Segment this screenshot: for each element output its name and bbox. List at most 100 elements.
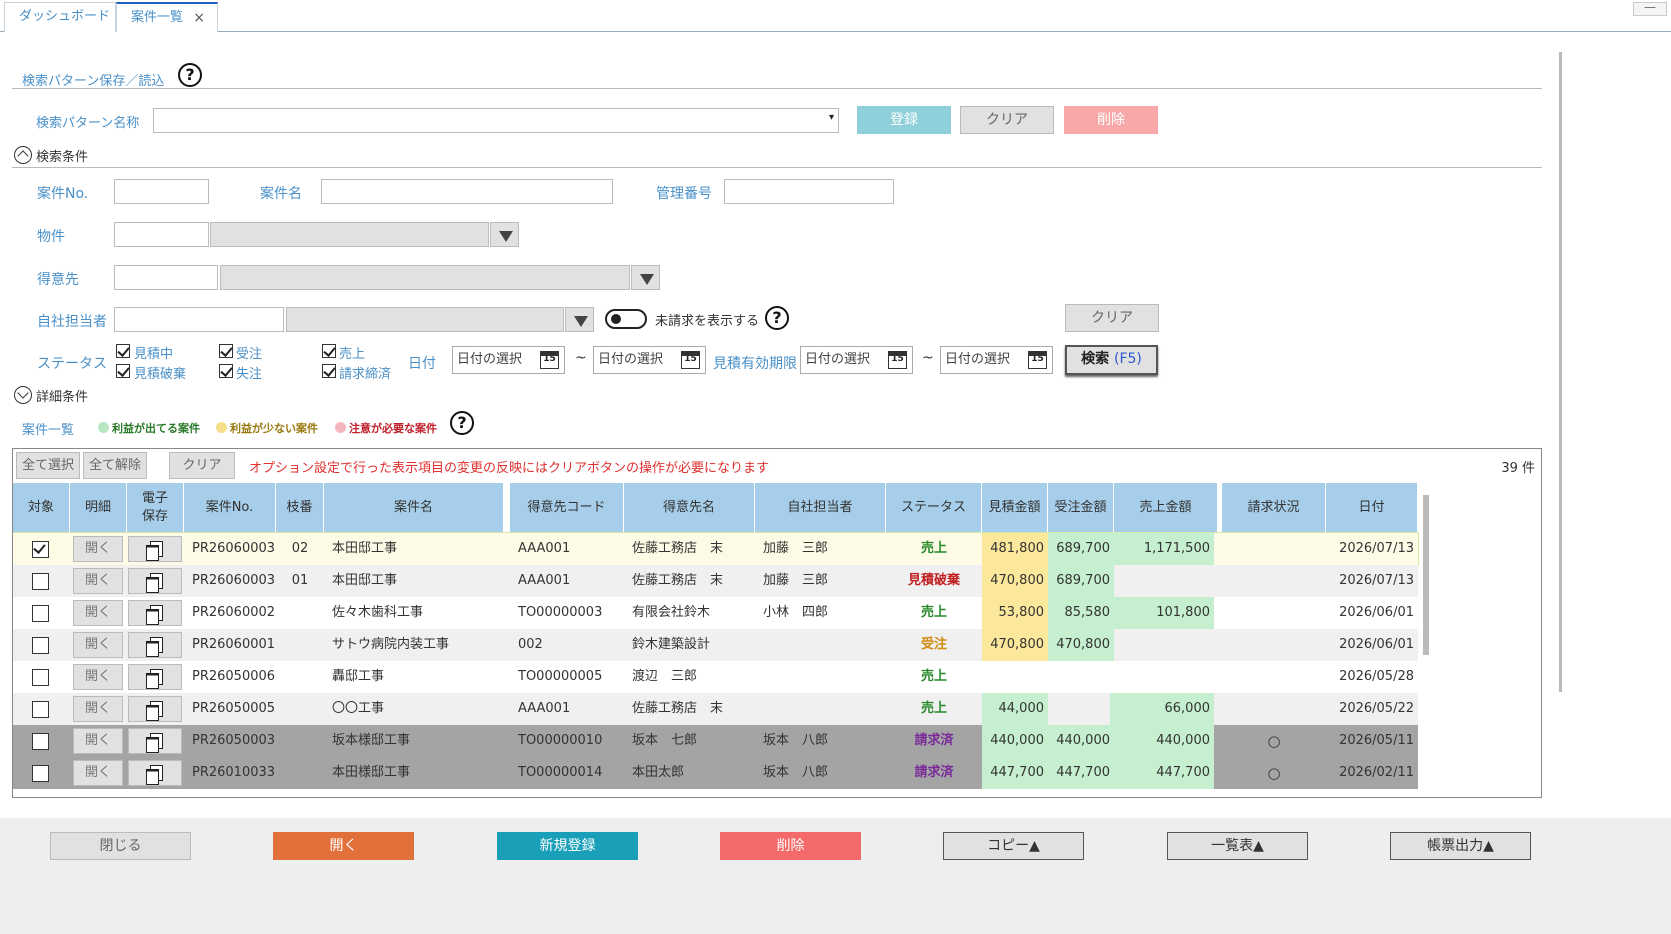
page-scrollbar[interactable]	[1556, 40, 1564, 790]
document-icon[interactable]	[128, 760, 182, 786]
row-select-checkbox[interactable]	[32, 669, 49, 686]
search-button[interactable]: 検索 (F5)	[1065, 345, 1158, 375]
customer-dropdown-button[interactable]	[631, 265, 660, 290]
column-header[interactable]: 明細	[70, 483, 127, 533]
column-header[interactable]: 受注金額	[1048, 483, 1114, 533]
row-select-checkbox[interactable]	[32, 541, 49, 558]
document-icon[interactable]	[128, 536, 182, 562]
table-scrollbar[interactable]	[1421, 485, 1433, 795]
minimize-button[interactable]: —	[1633, 1, 1667, 16]
row-select-checkbox[interactable]	[32, 605, 49, 622]
status-checkbox-lost[interactable]	[219, 364, 233, 378]
column-header[interactable]: 電子 保存	[127, 483, 184, 533]
case-name-input[interactable]	[321, 179, 613, 204]
row-open-button[interactable]: 開く	[73, 664, 123, 690]
row-select-checkbox[interactable]	[32, 765, 49, 782]
row-select-checkbox[interactable]	[32, 637, 49, 654]
document-icon[interactable]	[128, 568, 182, 594]
column-header[interactable]: 請求状況	[1222, 483, 1326, 533]
date-to-input[interactable]: 日付の選択 15	[593, 346, 706, 374]
column-header[interactable]: 日付	[1326, 483, 1418, 533]
column-header[interactable]: 売上金額	[1114, 483, 1218, 533]
list-clear-button[interactable]: クリア	[169, 452, 235, 479]
close-tab-icon[interactable]: ×	[193, 4, 205, 32]
date-from-input[interactable]: 日付の選択 15	[452, 346, 565, 374]
table-row[interactable]: 開く PR26050003 坂本様邸工事 TO00000010 坂本 七郎 坂本 八郎 請求…	[13, 725, 1418, 757]
calendar-icon[interactable]: 15	[540, 351, 559, 369]
open-button[interactable]: 開く	[273, 832, 414, 860]
calendar-icon[interactable]: 15	[888, 351, 907, 369]
document-icon[interactable]	[128, 728, 182, 754]
column-header[interactable]: 得意先名	[624, 483, 755, 533]
status-checkbox-estimating[interactable]	[116, 344, 130, 358]
help-icon[interactable]: ?	[178, 63, 202, 87]
delete-button[interactable]: 削除	[720, 832, 861, 860]
mgmt-no-input[interactable]	[724, 179, 894, 204]
column-header[interactable]: 案件No.	[184, 483, 276, 533]
table-scrollbar-thumb[interactable]	[1423, 495, 1429, 655]
column-header[interactable]: 得意先コード	[510, 483, 624, 533]
row-open-button[interactable]: 開く	[73, 536, 123, 562]
staff-code-input[interactable]	[114, 307, 284, 332]
document-icon[interactable]	[128, 632, 182, 658]
tab-case-list[interactable]: 案件一覧 ×	[116, 2, 218, 32]
row-open-button[interactable]: 開く	[73, 760, 123, 786]
help-icon[interactable]: ?	[765, 306, 789, 330]
table-row[interactable]: 開く PR26050006 轟邸工事 TO00000005 渡辺 三郎 売上 2026/05…	[13, 661, 1418, 693]
status-checkbox-ordered[interactable]	[219, 344, 233, 358]
calendar-icon[interactable]: 15	[1028, 351, 1047, 369]
document-icon[interactable]	[128, 600, 182, 626]
column-header[interactable]: 枝番	[276, 483, 324, 533]
column-header[interactable]: ステータス	[886, 483, 982, 533]
status-checkbox-sales[interactable]	[322, 344, 336, 358]
property-dropdown-button[interactable]	[490, 222, 519, 247]
help-icon[interactable]: ?	[450, 411, 474, 435]
expiry-from-input[interactable]: 日付の選択 15	[800, 346, 913, 374]
collapse-icon[interactable]	[14, 146, 32, 164]
new-register-button[interactable]: 新規登録	[497, 832, 638, 860]
column-header[interactable]: 自社担当者	[755, 483, 886, 533]
status-checkbox-billing-closed[interactable]	[322, 364, 336, 378]
row-open-button[interactable]: 開く	[73, 600, 123, 626]
column-header[interactable]: 見積金額	[982, 483, 1048, 533]
page-scrollbar-thumb[interactable]	[1559, 52, 1562, 692]
expiry-to-input[interactable]: 日付の選択 15	[940, 346, 1053, 374]
pattern-delete-button[interactable]: 削除	[1064, 106, 1158, 134]
table-row[interactable]: 開く PR26060003 02 本田邸工事 AAA001 佐藤工務店 末 加藤 三郎 売上 4…	[13, 532, 1419, 566]
row-select-checkbox[interactable]	[32, 701, 49, 718]
table-row[interactable]: 開く PR26050005 〇〇工事 AAA001 佐藤工務店 末 売上 44,000 66,…	[13, 693, 1418, 725]
calendar-icon[interactable]: 15	[681, 351, 700, 369]
column-header[interactable]: 対象	[13, 483, 70, 533]
document-icon[interactable]	[128, 696, 182, 722]
case-no-input[interactable]	[114, 179, 209, 204]
customer-code-input[interactable]	[114, 265, 218, 290]
table-row[interactable]: 開く PR26060001 サトウ病院内装工事 002 鈴木建築設計 受注 470,800 4…	[13, 629, 1418, 661]
close-button[interactable]: 閉じる	[50, 832, 191, 860]
unbilled-toggle[interactable]	[605, 309, 647, 329]
pattern-name-select[interactable]: ▾	[153, 108, 839, 133]
report-output-button[interactable]: 帳票出力▲	[1390, 832, 1531, 860]
column-header[interactable]: 案件名	[324, 483, 504, 533]
register-button[interactable]: 登録	[857, 106, 951, 134]
list-report-button[interactable]: 一覧表▲	[1167, 832, 1308, 860]
table-row[interactable]: 開く PR26060003 01 本田邸工事 AAA001 佐藤工務店 末 加藤 三郎 見積破…	[13, 565, 1418, 597]
row-select-checkbox[interactable]	[32, 573, 49, 590]
table-row[interactable]: 開く PR26010033 本田様邸工事 TO00000014 本田太郎 坂本 八郎 請求済…	[13, 757, 1418, 789]
document-icon[interactable]	[128, 664, 182, 690]
row-open-button[interactable]: 開く	[73, 728, 123, 754]
table-row[interactable]: 開く PR26060002 佐々木歯科工事 TO00000003 有限会社鈴木 小林 四郎…	[13, 597, 1418, 629]
tab-dashboard[interactable]: ダッシュボード	[4, 2, 116, 32]
row-open-button[interactable]: 開く	[73, 568, 123, 594]
deselect-all-button[interactable]: 全て解除	[83, 452, 147, 479]
select-all-button[interactable]: 全て選択	[16, 452, 80, 479]
row-open-button[interactable]: 開く	[73, 696, 123, 722]
status-checkbox-estimate-discarded[interactable]	[116, 364, 130, 378]
row-select-checkbox[interactable]	[32, 733, 49, 750]
pattern-clear-button[interactable]: クリア	[960, 106, 1054, 134]
property-code-input[interactable]	[114, 222, 209, 247]
expand-icon[interactable]	[14, 386, 32, 404]
copy-button[interactable]: コピー▲	[943, 832, 1084, 860]
row-open-button[interactable]: 開く	[73, 632, 123, 658]
search-clear-button[interactable]: クリア	[1065, 304, 1159, 332]
staff-dropdown-button[interactable]	[565, 307, 594, 332]
